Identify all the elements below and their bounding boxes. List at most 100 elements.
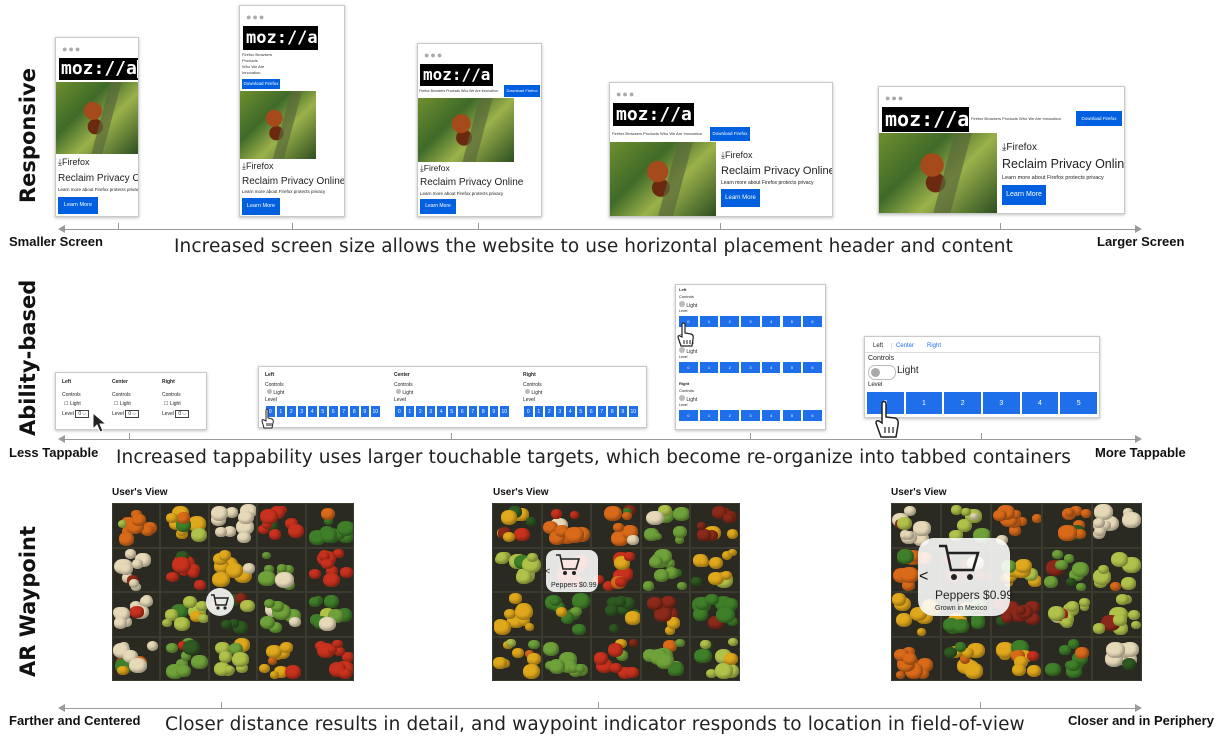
level-button[interactable]: 6 [802, 315, 823, 328]
light-checkbox[interactable]: ☐ Light [114, 401, 131, 407]
level-button[interactable]: 4 [760, 315, 782, 328]
level-button[interactable]: 2 [943, 391, 982, 415]
level-button[interactable]: 4 [760, 409, 782, 422]
level-select[interactable]: Level 0 ⌵ [162, 410, 190, 418]
produce-item [320, 507, 336, 520]
level-button[interactable]: 6 [802, 409, 823, 422]
level-button[interactable]: 7 [596, 405, 607, 418]
level-button[interactable]: 1 [698, 361, 720, 374]
level-button[interactable]: 8 [349, 405, 360, 418]
level-button[interactable]: 4 [1020, 391, 1060, 415]
level-button[interactable]: 5 [575, 405, 586, 418]
learn-more-button[interactable]: Learn More [1002, 185, 1046, 205]
level-button[interactable]: 5 [781, 409, 803, 422]
level-select[interactable]: Level 0 ⌵ [62, 410, 90, 418]
level-button[interactable]: 2 [415, 405, 426, 418]
light-toggle[interactable]: Light [679, 347, 697, 355]
light-toggle[interactable]: Light [396, 389, 413, 396]
level-button[interactable]: 2 [286, 405, 297, 418]
produce-item [1116, 593, 1130, 605]
light-toggle[interactable] [868, 365, 896, 380]
produce-crate [592, 637, 640, 680]
level-button[interactable]: 3 [740, 315, 761, 328]
level-button[interactable]: 10 [370, 405, 381, 418]
level-button[interactable]: 10 [499, 405, 510, 418]
light-toggle[interactable]: Light [679, 395, 697, 403]
light-checkbox[interactable]: ☐ Light [164, 401, 181, 407]
level-button[interactable]: 3 [740, 361, 761, 374]
tab-left[interactable]: Left [873, 343, 893, 349]
level-button[interactable]: 5 [781, 315, 803, 328]
learn-more-button[interactable]: Learn More [721, 189, 760, 207]
level-button[interactable]: 1 [275, 405, 286, 418]
level-button[interactable]: 0 [678, 409, 699, 422]
window-dots-icon: ●●● [885, 93, 905, 103]
level-button[interactable]: 0 [678, 361, 699, 374]
produce-item [675, 638, 685, 647]
level-button[interactable]: 0 [394, 405, 405, 418]
produce-item [660, 595, 676, 609]
level-select[interactable]: Level 0 ⌵ [112, 410, 140, 418]
axis-tick [478, 223, 479, 230]
learn-more-button[interactable]: Learn More [242, 198, 280, 215]
tab-divider [865, 352, 1099, 353]
produce-item [1130, 620, 1141, 630]
level-button[interactable]: 1 [904, 391, 944, 415]
level-button[interactable]: 4 [565, 405, 576, 418]
level-button[interactable]: 1 [698, 315, 720, 328]
level-button[interactable]: 2 [719, 315, 741, 328]
level-button[interactable]: 5 [317, 405, 328, 418]
level-button[interactable]: 9 [488, 405, 499, 418]
light-toggle[interactable]: Light [525, 389, 542, 396]
download-button[interactable]: Download Firefox [710, 127, 750, 141]
produce-item [339, 668, 352, 680]
produce-item [1122, 657, 1137, 670]
produce-item [628, 638, 639, 647]
produce-item [1122, 512, 1141, 529]
produce-item [262, 551, 272, 560]
level-button[interactable]: 1 [698, 409, 720, 422]
download-button[interactable]: Download Firefox [1076, 111, 1122, 126]
level-button[interactable]: 9 [359, 405, 370, 418]
learn-more-button[interactable]: Learn More [58, 197, 98, 214]
level-button[interactable]: 4 [436, 405, 447, 418]
level-button[interactable]: 4 [307, 405, 318, 418]
level-button[interactable]: 6 [586, 405, 597, 418]
level-button[interactable]: 5 [1059, 391, 1098, 415]
column-header-left: Left [62, 379, 72, 385]
light-toggle[interactable]: Light [267, 389, 284, 396]
tab-right[interactable]: Right [927, 343, 941, 349]
level-button[interactable]: 0 [523, 405, 534, 418]
level-button[interactable]: 2 [544, 405, 555, 418]
level-button[interactable]: 3 [296, 405, 307, 418]
level-button[interactable]: 7 [467, 405, 478, 418]
tab-center[interactable]: Center [896, 343, 914, 349]
level-button[interactable]: 7 [338, 405, 349, 418]
produce-item [265, 644, 282, 658]
level-button[interactable]: 3 [982, 391, 1021, 415]
level-button[interactable]: 9 [617, 405, 628, 418]
level-button[interactable]: 6 [328, 405, 339, 418]
light-toggle[interactable]: Light [679, 301, 697, 309]
level-button[interactable]: 5 [446, 405, 457, 418]
learn-more-button[interactable]: Learn More [420, 199, 456, 214]
level-button[interactable]: 2 [719, 361, 741, 374]
level-button[interactable]: 6 [457, 405, 468, 418]
download-button[interactable]: Download Firefox [504, 85, 540, 97]
level-button[interactable]: 1 [533, 405, 544, 418]
light-checkbox[interactable]: ☐ Light [64, 401, 81, 407]
hand-pointer-icon [875, 400, 899, 438]
level-button[interactable]: 8 [607, 405, 618, 418]
level-button[interactable]: 10 [628, 405, 639, 418]
level-button[interactable]: 3 [554, 405, 565, 418]
menu-icon[interactable] [137, 60, 138, 78]
download-button[interactable]: Download Firefox [242, 79, 280, 89]
level-button[interactable]: 3 [740, 409, 761, 422]
level-button[interactable]: 4 [760, 361, 782, 374]
level-button[interactable]: 3 [425, 405, 436, 418]
level-button[interactable]: 1 [404, 405, 415, 418]
level-button[interactable]: 2 [719, 409, 741, 422]
level-button[interactable]: 8 [478, 405, 489, 418]
level-button[interactable]: 5 [781, 361, 803, 374]
level-button[interactable]: 6 [802, 361, 823, 374]
